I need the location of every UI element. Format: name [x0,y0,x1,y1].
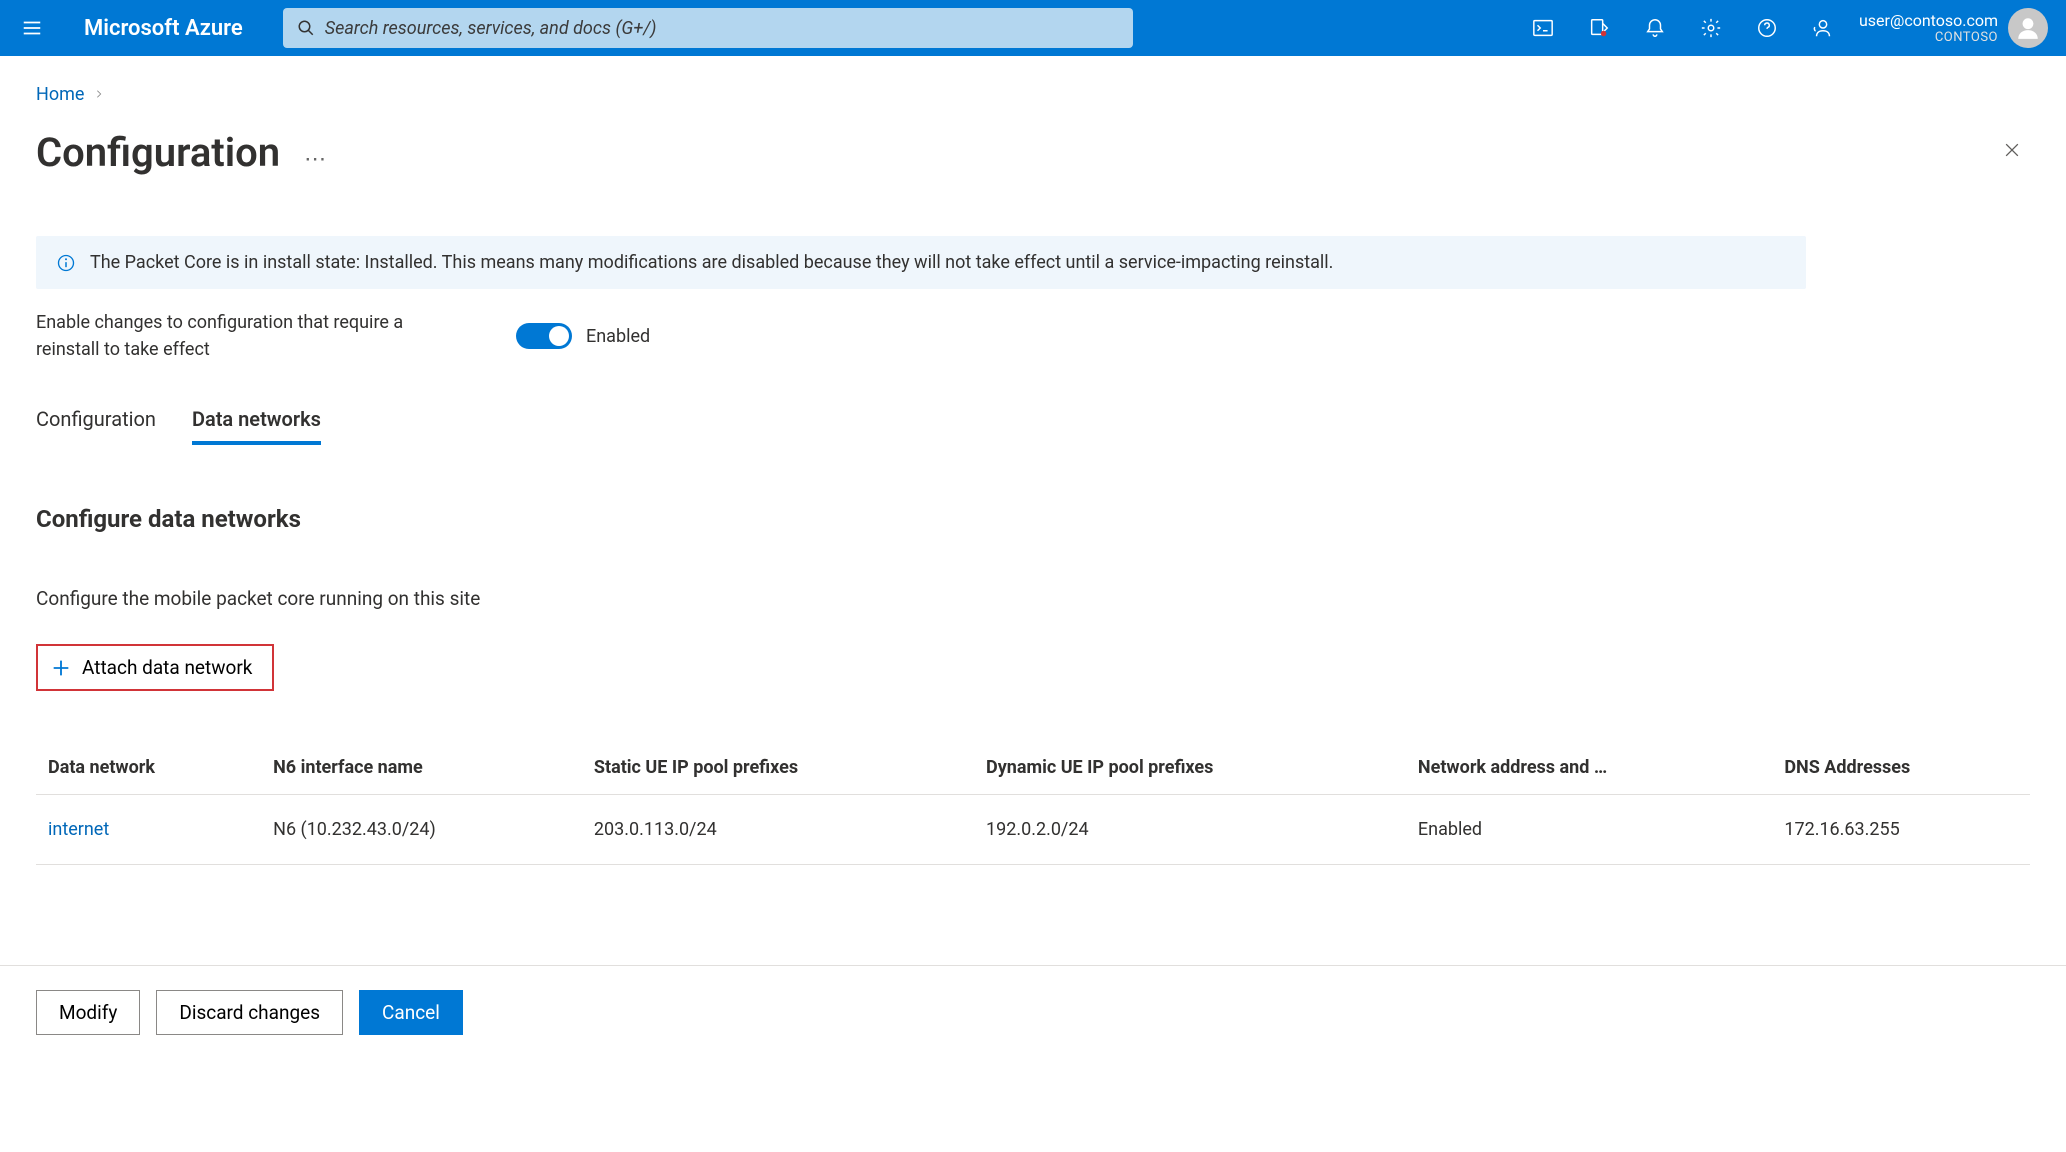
col-dns[interactable]: DNS Addresses [1772,741,2030,795]
enable-changes-toggle[interactable] [516,323,572,349]
col-network-address[interactable]: Network address and … [1406,741,1772,795]
topbar-icon-group [1531,16,1835,40]
attach-data-network-button[interactable]: Attach data network [36,644,274,691]
cloud-shell-icon[interactable] [1531,16,1555,40]
data-networks-table: Data network N6 interface name Static UE… [36,741,2030,865]
col-dynamic-ue[interactable]: Dynamic UE IP pool prefixes [974,741,1406,795]
user-email: user@contoso.com [1859,11,1998,30]
cell-n6: N6 (10.232.43.0/24) [261,795,582,865]
more-actions-icon[interactable]: ⋯ [304,147,326,172]
table-header-row: Data network N6 interface name Static UE… [36,741,2030,795]
help-icon[interactable] [1755,16,1779,40]
toggle-description: Enable changes to configuration that req… [36,309,416,363]
cell-static: 203.0.113.0/24 [582,795,974,865]
info-icon [56,253,76,273]
avatar-icon [2008,8,2048,48]
discard-changes-button[interactable]: Discard changes [156,990,343,1035]
top-bar: Microsoft Azure Search resources, servic… [0,0,2066,56]
col-static-ue[interactable]: Static UE IP pool prefixes [582,741,974,795]
footer-action-bar: Modify Discard changes Cancel [0,965,2066,1059]
breadcrumb-home[interactable]: Home [36,84,84,105]
notifications-icon[interactable] [1643,16,1667,40]
info-banner-text: The Packet Core is in install state: Ins… [90,252,1333,273]
feedback-icon[interactable] [1811,16,1835,40]
hamburger-menu-icon[interactable] [8,4,56,52]
table-row[interactable]: internet N6 (10.232.43.0/24) 203.0.113.0… [36,795,2030,865]
search-placeholder: Search resources, services, and docs (G+… [325,18,657,39]
col-n6-interface[interactable]: N6 interface name [261,741,582,795]
section-subheading: Configure the mobile packet core running… [36,587,2030,610]
section-heading: Configure data networks [36,505,2030,533]
col-data-network[interactable]: Data network [36,741,261,795]
user-account-block[interactable]: user@contoso.com CONTOSO [1859,8,2048,48]
info-banner: The Packet Core is in install state: Ins… [36,236,1806,289]
copilot-icon[interactable] [1587,16,1611,40]
toggle-state-label: Enabled [586,326,650,347]
cell-nat: Enabled [1406,795,1772,865]
cancel-button[interactable]: Cancel [359,990,463,1035]
settings-gear-icon[interactable] [1699,16,1723,40]
attach-button-label: Attach data network [82,656,252,679]
cell-dns: 172.16.63.255 [1772,795,2030,865]
data-network-link[interactable]: internet [48,819,109,840]
cell-dynamic: 192.0.2.0/24 [974,795,1406,865]
plus-icon [50,657,72,679]
global-search-input[interactable]: Search resources, services, and docs (G+… [283,8,1133,48]
tab-data-networks[interactable]: Data networks [192,407,321,445]
tab-configuration[interactable]: Configuration [36,407,156,445]
brand-label[interactable]: Microsoft Azure [84,16,243,41]
tab-strip: Configuration Data networks [36,407,2030,445]
search-icon [297,19,315,37]
modify-button[interactable]: Modify [36,990,140,1035]
chevron-right-icon [94,87,104,103]
close-blade-button[interactable] [1994,136,2030,169]
breadcrumb: Home [36,84,2030,105]
page-title: Configuration [36,129,280,176]
user-tenant: CONTOSO [1859,30,1998,46]
